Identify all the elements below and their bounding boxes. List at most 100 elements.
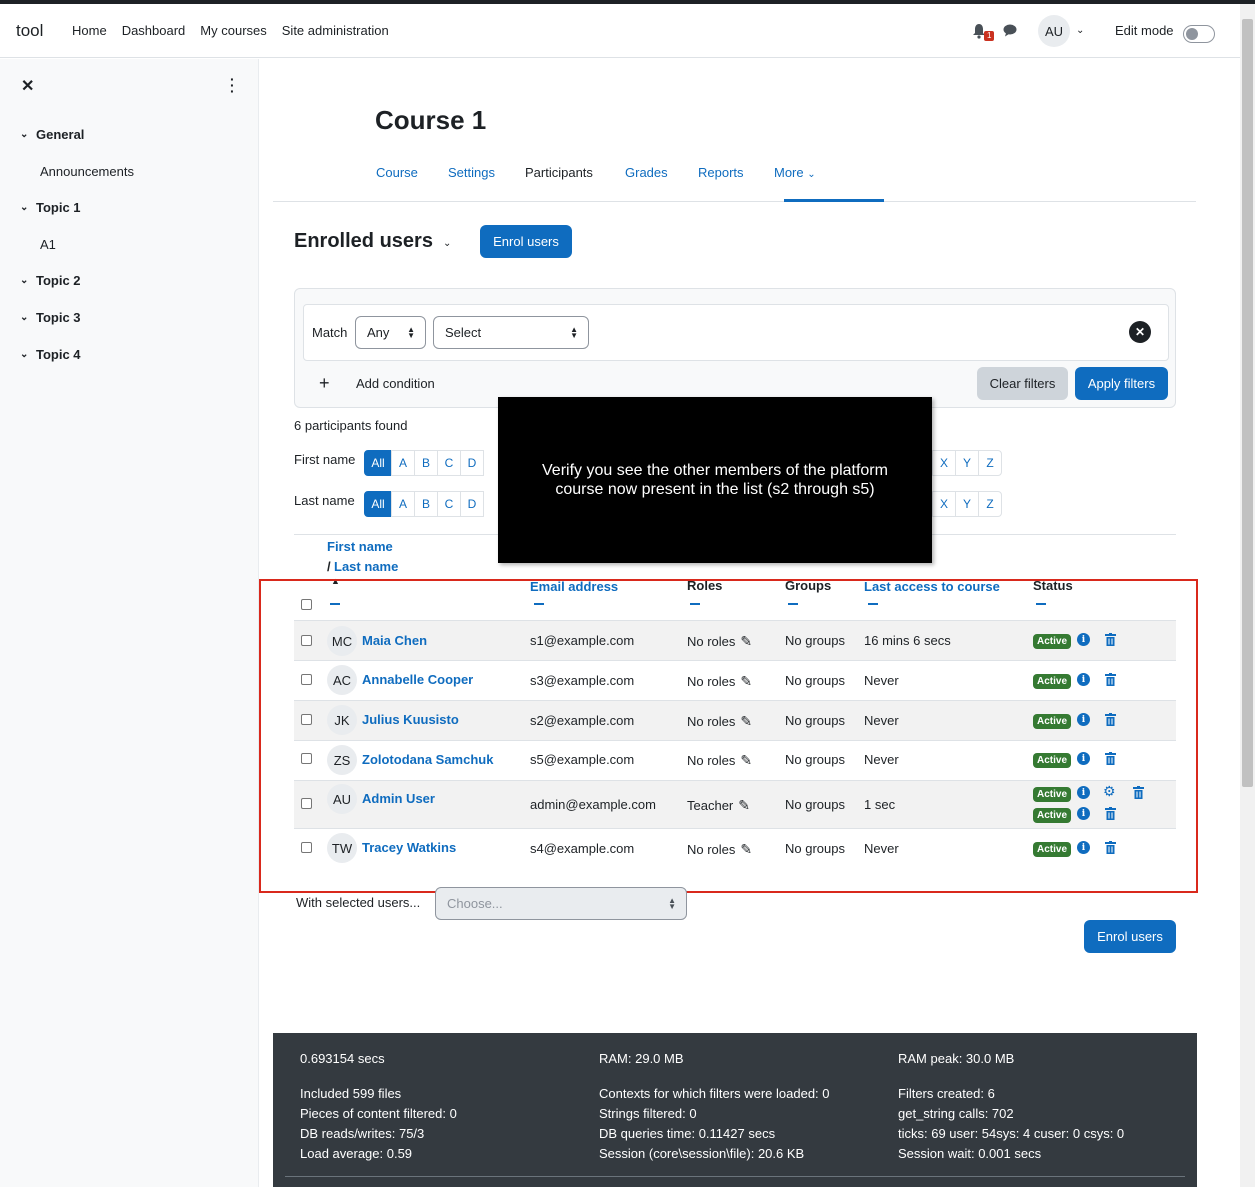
- enrol-users-button-bottom[interactable]: Enrol users: [1084, 920, 1176, 953]
- first-name-initials-label: First name: [294, 452, 356, 467]
- match-type-value: Any: [367, 325, 390, 340]
- highlight-box: [259, 579, 1198, 893]
- scrollbar-thumb[interactable]: [1242, 19, 1253, 787]
- drawer-item-a1[interactable]: A1: [40, 237, 56, 252]
- initial-a[interactable]: A: [391, 450, 415, 476]
- first-name-initials-bar: All A B C D: [364, 450, 484, 476]
- nav-dashboard[interactable]: Dashboard: [122, 23, 186, 38]
- footer-stat: RAM: 29.0 MB: [599, 1051, 684, 1066]
- select-arrows-icon: ▲ ▼: [668, 896, 676, 911]
- filter-type-select[interactable]: Select ▲ ▼: [433, 316, 589, 349]
- site-brand[interactable]: tool: [16, 21, 43, 41]
- active-tab-indicator: [784, 199, 884, 202]
- select-arrows-icon: ▲ ▼: [570, 325, 578, 340]
- drawer-section-topic-1[interactable]: ⌄ Topic 1: [20, 200, 81, 215]
- match-type-select[interactable]: Any ▲ ▼: [355, 316, 426, 349]
- edit-mode-toggle[interactable]: [1183, 25, 1215, 43]
- bulk-action-select[interactable]: Choose... ▲ ▼: [435, 887, 687, 920]
- apply-filters-button[interactable]: Apply filters: [1075, 367, 1168, 400]
- page-scrollbar[interactable]: [1240, 4, 1255, 1187]
- footer-gap: [599, 1069, 830, 1084]
- footer-column-3: RAM peak: 30.0 MB Filters created: 6 get…: [898, 1049, 1124, 1164]
- nav-site-administration[interactable]: Site administration: [282, 23, 389, 38]
- participants-page-heading[interactable]: Enrolled users: [294, 230, 433, 253]
- drawer-item-label: Topic 4: [36, 347, 81, 362]
- filter-condition-row: Match Any ▲ ▼ Select ▲ ▼ ✕: [303, 304, 1169, 361]
- drawer-item-announcements[interactable]: Announcements: [40, 164, 134, 179]
- footer-stat: Pieces of content filtered: 0: [300, 1106, 457, 1121]
- chevron-down-icon[interactable]: ⌄: [20, 349, 36, 360]
- footer-gap: [898, 1069, 1124, 1084]
- initial-b[interactable]: B: [414, 450, 438, 476]
- add-condition-link[interactable]: Add condition: [356, 376, 435, 391]
- footer-stat: Strings filtered: 0: [599, 1106, 697, 1121]
- column-header-last-name[interactable]: Last name: [334, 559, 398, 574]
- notification-count-badge: 1: [984, 31, 995, 41]
- tab-reports[interactable]: Reports: [698, 165, 744, 180]
- initial-all[interactable]: All: [364, 450, 392, 476]
- drawer-section-topic-3[interactable]: ⌄ Topic 3: [20, 310, 81, 325]
- initial-y[interactable]: Y: [955, 491, 979, 517]
- initial-d[interactable]: D: [460, 450, 484, 476]
- tab-participants[interactable]: Participants: [525, 165, 593, 180]
- filter-type-value: Select: [445, 325, 482, 340]
- chevron-down-icon[interactable]: ⌄: [20, 202, 36, 213]
- initial-y[interactable]: Y: [955, 450, 979, 476]
- tab-grades[interactable]: Grades: [625, 165, 668, 180]
- initial-d[interactable]: D: [460, 491, 484, 517]
- course-secondary-navigation: Course Settings Participants Grades Repo…: [273, 153, 1196, 202]
- plus-icon[interactable]: +: [319, 373, 330, 394]
- tab-more-label: More: [774, 165, 804, 180]
- first-name-initials-tail: X Y Z: [932, 450, 1002, 476]
- initial-all[interactable]: All: [364, 491, 392, 517]
- drawer-section-topic-4[interactable]: ⌄ Topic 4: [20, 347, 81, 362]
- initial-x[interactable]: X: [932, 491, 956, 517]
- footer-stat: ticks: 69 user: 54sys: 4 cuser: 0 csys: …: [898, 1126, 1125, 1141]
- chevron-down-icon[interactable]: ⌄: [20, 129, 36, 140]
- remove-condition-icon[interactable]: ✕: [1129, 321, 1151, 343]
- tab-course[interactable]: Course: [376, 165, 418, 180]
- initial-c[interactable]: C: [437, 450, 461, 476]
- drawer-section-general[interactable]: ⌄ General: [20, 127, 84, 142]
- bulk-action-placeholder: Choose...: [447, 896, 503, 911]
- drawer-item-label: Topic 1: [36, 200, 81, 215]
- enrol-users-button[interactable]: Enrol users: [480, 225, 572, 258]
- chevron-down-icon[interactable]: ⌄: [20, 275, 36, 286]
- chevron-down-icon: ⌄: [807, 169, 816, 180]
- initial-x[interactable]: X: [932, 450, 956, 476]
- kebab-menu-icon[interactable]: · · ·: [230, 72, 235, 98]
- participants-count: 6 participants found: [294, 418, 408, 433]
- participants-filter: Match Any ▲ ▼ Select ▲ ▼ ✕ + Add condition C…: [294, 288, 1176, 408]
- toggle-knob: [1186, 28, 1198, 40]
- footer-gap: [300, 1069, 457, 1084]
- drawer-item-label: General: [36, 127, 85, 142]
- last-name-initials-label: Last name: [294, 493, 355, 508]
- clear-filters-button[interactable]: Clear filters: [977, 367, 1068, 400]
- initial-a[interactable]: A: [391, 491, 415, 517]
- page-title: Course 1: [375, 105, 487, 135]
- column-header-first-name[interactable]: First name: [327, 539, 393, 554]
- nav-my-courses[interactable]: My courses: [200, 23, 266, 38]
- footer-stat: Filters created: 6: [898, 1086, 995, 1101]
- tab-settings[interactable]: Settings: [448, 165, 495, 180]
- course-index-drawer: ✕ · · · ⌄ General Announcements ⌄ Topic 1 A1…: [0, 59, 259, 1187]
- initial-z[interactable]: Z: [978, 491, 1002, 517]
- chevron-down-icon[interactable]: ⌄: [20, 312, 36, 323]
- close-icon[interactable]: ✕: [21, 76, 34, 96]
- match-label: Match: [312, 325, 348, 340]
- initial-c[interactable]: C: [437, 491, 461, 517]
- footer-stat: Included 599 files: [300, 1086, 402, 1101]
- chevron-down-icon[interactable]: ⌄: [1076, 25, 1084, 36]
- with-selected-label: With selected users...: [296, 895, 421, 910]
- initial-z[interactable]: Z: [978, 450, 1002, 476]
- user-avatar[interactable]: AU: [1038, 15, 1070, 47]
- drawer-item-label: A1: [40, 237, 56, 252]
- drawer-item-label: Topic 3: [36, 310, 81, 325]
- nav-home[interactable]: Home: [72, 23, 107, 38]
- drawer-item-label: Announcements: [40, 164, 134, 179]
- initial-b[interactable]: B: [414, 491, 438, 517]
- chevron-down-icon[interactable]: ⌄: [443, 238, 451, 249]
- drawer-section-topic-2[interactable]: ⌄ Topic 2: [20, 273, 81, 288]
- messages-icon[interactable]: [1003, 24, 1017, 37]
- tab-more[interactable]: More ⌄: [774, 165, 816, 180]
